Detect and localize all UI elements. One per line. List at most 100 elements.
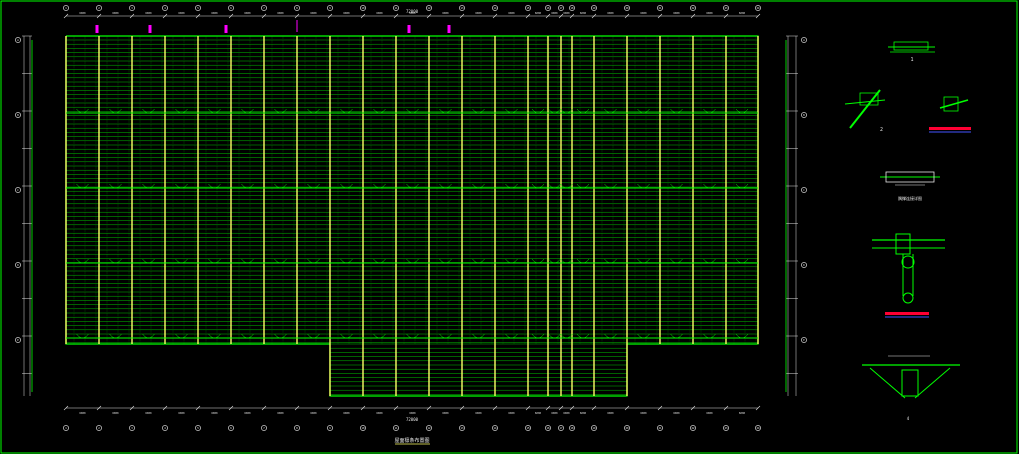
brace-mark <box>735 108 749 114</box>
brace-mark <box>548 108 561 114</box>
axis-label: 18 <box>571 427 574 430</box>
axis-label: 13 <box>461 427 464 430</box>
brace-mark <box>142 183 155 189</box>
brace-mark <box>703 333 716 339</box>
marker-tag <box>95 25 99 33</box>
row-label: C <box>17 189 19 192</box>
axis-label: 23 <box>725 427 728 430</box>
brace-mark <box>560 183 573 189</box>
brace-mark <box>175 108 188 114</box>
axis-label: 7 <box>263 427 265 430</box>
brace-mark <box>76 333 89 339</box>
row-label: C <box>803 189 805 192</box>
axis-label: 17 <box>560 427 563 430</box>
brace-mark <box>548 333 561 339</box>
dimension-text: 6000 <box>178 11 185 15</box>
dimension-text: 6000 <box>376 11 383 15</box>
brace-mark <box>76 183 89 189</box>
brace-mark <box>439 108 452 114</box>
brace-mark <box>604 108 617 114</box>
axis-label: 9 <box>329 427 331 430</box>
detail-4-title: 4 <box>907 416 910 421</box>
dimension-text: 6000 <box>673 11 680 15</box>
dimension-text: 6000 <box>580 411 587 415</box>
detail-1: 1 <box>888 41 935 63</box>
brace-mark <box>670 333 683 339</box>
brace-mark <box>274 108 287 114</box>
detail-section-a <box>929 96 971 133</box>
axis-label: 14 <box>494 7 497 10</box>
brace-mark <box>576 108 590 114</box>
brace-mark <box>340 333 353 339</box>
brace-mark <box>439 333 452 339</box>
axis-label: 21 <box>659 427 662 430</box>
brace-mark <box>307 333 320 339</box>
axis-label: 22 <box>692 7 695 10</box>
brace-mark <box>142 108 155 114</box>
brace-mark <box>274 183 287 189</box>
axis-label: 7 <box>263 7 265 10</box>
cad-drawing-canvas[interactable]: 6000 6000 6000 6000 6000 6000 6000 6000 6000 6000… <box>0 0 1019 454</box>
dimension-text: 6000 <box>475 411 482 415</box>
axis-label: 8 <box>296 427 298 430</box>
row-label: D <box>803 264 805 267</box>
dimension-text: 6000 <box>211 411 218 415</box>
brace-mark <box>604 333 617 339</box>
axis-label: 5 <box>197 427 199 430</box>
dimension-text: 6000 <box>508 11 515 15</box>
plan-title: 屋面檩条布置图 <box>394 437 429 444</box>
axis-label: 23 <box>725 7 728 10</box>
dimension-text: 6000 <box>310 11 317 15</box>
dimension-text: 6000 <box>211 11 218 15</box>
marker-tag <box>447 25 451 33</box>
brace-mark <box>505 108 518 114</box>
brace-mark <box>175 183 188 189</box>
brace-mark <box>703 183 716 189</box>
brace-mark <box>531 183 545 189</box>
section-bar <box>885 312 929 315</box>
row-label: B <box>17 114 19 117</box>
axis-label: 4 <box>164 7 166 10</box>
dimension-lines: 6000 6000 6000 6000 6000 6000 6000 6000 6000 6000… <box>22 11 798 415</box>
brace-mark <box>373 108 386 114</box>
brace-mark <box>604 183 617 189</box>
axis-label: 2 <box>98 7 100 10</box>
dimension-text: 6000 <box>244 411 251 415</box>
brace-mark <box>560 333 573 339</box>
row-label: B <box>803 114 805 117</box>
plan-outline <box>65 35 759 397</box>
dimension-text: 6000 <box>706 11 713 15</box>
axis-label: 24 <box>757 427 760 430</box>
dimension-text: 6000 <box>145 11 152 15</box>
axis-label: 20 <box>626 427 629 430</box>
brace-mark <box>472 108 485 114</box>
dimension-text: 6000 <box>673 411 680 415</box>
brace-mark <box>109 333 122 339</box>
dimension-text: 6000 <box>508 411 515 415</box>
axis-label: 3 <box>131 427 133 430</box>
row-label: D <box>17 264 19 267</box>
dimension-text: 6000 <box>178 411 185 415</box>
dimension-text: 6000 <box>277 11 284 15</box>
axis-label: 16 <box>547 427 550 430</box>
brace-mark <box>208 333 221 339</box>
axis-label: 1 <box>65 7 67 10</box>
detail-knee-brace: 隅撑连接详图 <box>880 171 940 201</box>
sheet-frame <box>0 0 1018 454</box>
axis-label: 6 <box>230 7 232 10</box>
dimension-text: 6000 <box>535 411 542 415</box>
dimension-text: 6000 <box>580 11 587 15</box>
brace-mark <box>274 333 287 339</box>
brace-mark <box>735 183 749 189</box>
dimension-text: 6000 <box>442 411 449 415</box>
dimension-text: 6000 <box>79 11 86 15</box>
brace-mark <box>560 108 573 114</box>
brace-mark <box>109 183 122 189</box>
dimension-text: 6000 <box>640 11 647 15</box>
brace-mark <box>472 183 485 189</box>
marker-tag <box>224 25 228 33</box>
brace-mark <box>208 183 221 189</box>
axis-label: 1 <box>65 427 67 430</box>
brace-mark <box>76 108 89 114</box>
dimension-text: 6000 <box>112 11 119 15</box>
